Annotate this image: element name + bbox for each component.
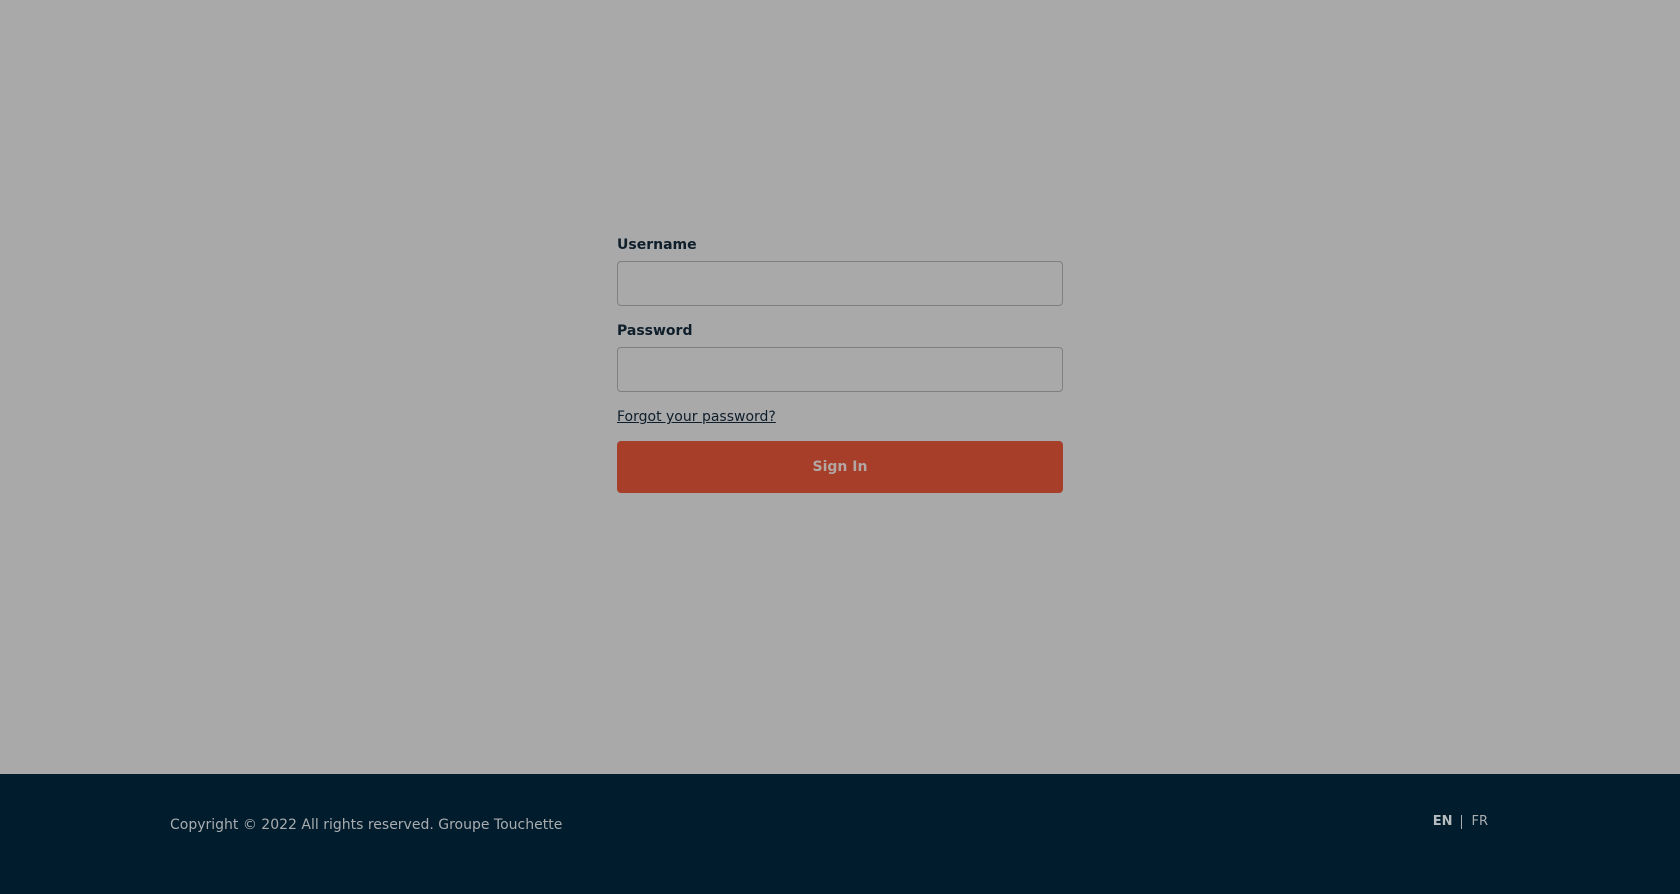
main-content: Username Password Forgot your password? … <box>0 0 1680 774</box>
language-fr-link[interactable]: FR <box>1471 813 1488 831</box>
language-switcher: EN FR <box>1433 813 1488 831</box>
username-input[interactable] <box>617 261 1063 306</box>
forgot-password-link[interactable]: Forgot your password? <box>617 408 776 426</box>
sign-in-button[interactable]: Sign In <box>617 441 1063 493</box>
language-en-link[interactable]: EN <box>1433 813 1453 831</box>
password-label: Password <box>617 323 693 339</box>
password-input[interactable] <box>617 347 1063 392</box>
username-label: Username <box>617 237 697 253</box>
login-form: Username Password Forgot your password? … <box>617 236 1063 493</box>
language-divider <box>1461 815 1463 829</box>
footer: Copyright © 2022 All rights reserved. Gr… <box>0 774 1680 894</box>
username-field-group: Username <box>617 236 1063 306</box>
copyright-text: Copyright © 2022 All rights reserved. Gr… <box>170 817 563 833</box>
password-field-group: Password <box>617 322 1063 392</box>
